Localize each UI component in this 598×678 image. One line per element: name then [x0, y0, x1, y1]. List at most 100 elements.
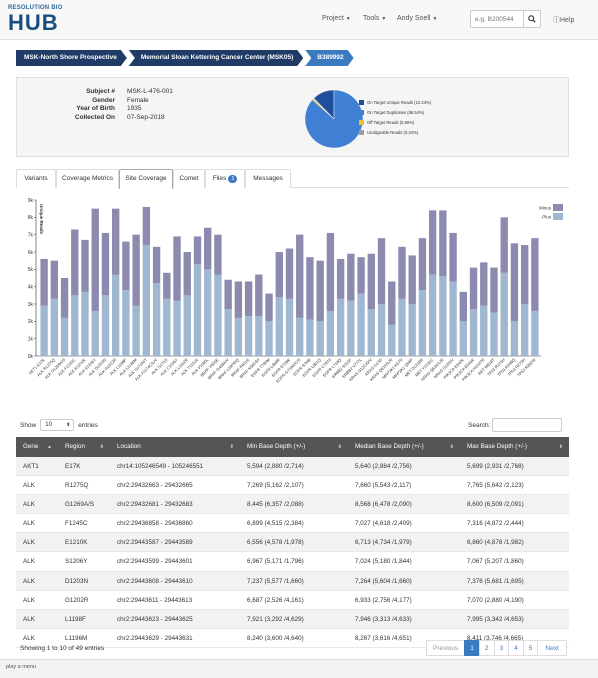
- nav-project-label: Project: [322, 15, 344, 22]
- bar-group[interactable]: [132, 234, 140, 356]
- bar-group[interactable]: [449, 232, 457, 356]
- bar-group[interactable]: [357, 257, 365, 356]
- table-row[interactable]: ALK R1275Q chr2:29432663 - 29432665 7,269 (…: [16, 476, 569, 496]
- table-row[interactable]: ALK D1203N chr2:29443608 - 29443610 7,237 (…: [16, 571, 569, 591]
- breadcrumb-site[interactable]: Memorial Sloan Kettering Cancer Center (…: [129, 50, 303, 66]
- table-row[interactable]: ALK E1210K chr2:29443587 - 29443589 6,556 (…: [16, 533, 569, 553]
- bar-group[interactable]: [428, 210, 437, 356]
- bar-minus: [91, 208, 99, 311]
- column-header[interactable]: Min Base Depth (+/-) ⬍: [240, 437, 348, 457]
- bar-group[interactable]: [418, 238, 427, 356]
- app-logo[interactable]: RESOLUTION BIO HUB: [8, 5, 88, 35]
- bar-group[interactable]: [255, 274, 263, 356]
- sort-icon: ▲: [47, 444, 52, 450]
- help-link[interactable]: ⓘHelp: [553, 15, 574, 25]
- tab-files[interactable]: Files 1: [205, 169, 245, 188]
- bar-group[interactable]: [439, 210, 447, 356]
- bar-group[interactable]: [480, 262, 488, 356]
- nav-user-menu[interactable]: Andy Soell ▼: [397, 15, 437, 22]
- pagination-previous[interactable]: Previous: [426, 640, 466, 656]
- bar-group[interactable]: [50, 260, 59, 356]
- table-cell: 7,067 (5,207 /1,860): [467, 558, 524, 566]
- bar-group[interactable]: [531, 238, 539, 356]
- table-row[interactable]: ALK L1198F chr2:29443623 - 29443625 7,921 (…: [16, 609, 569, 629]
- bar-group[interactable]: [71, 229, 79, 356]
- column-header[interactable]: Max Base Depth (+/-) ⬍: [460, 437, 569, 457]
- pagination-page[interactable]: 1: [464, 640, 480, 656]
- table-row[interactable]: AKT1 E17K chr14:105246549 - 105246551 5,594…: [16, 457, 569, 477]
- table-row[interactable]: ALK S1206Y chr2:29443599 - 29443601 6,967 (…: [16, 552, 569, 572]
- pagination-page[interactable]: 5: [522, 640, 539, 656]
- bar-plus: [377, 304, 386, 356]
- bar-group[interactable]: [214, 234, 222, 356]
- bar-group[interactable]: [193, 236, 202, 356]
- bar-group[interactable]: [326, 232, 335, 356]
- bar-group[interactable]: [377, 238, 386, 356]
- table-row[interactable]: ALK F1245C chr2:29436858 - 29436860 6,899 (…: [16, 514, 569, 534]
- bar-group[interactable]: [163, 272, 171, 356]
- bar-group[interactable]: [510, 243, 519, 356]
- column-header[interactable]: Region ⬍: [58, 437, 110, 457]
- pagination-page[interactable]: 3: [493, 640, 510, 656]
- bar-group[interactable]: [204, 227, 212, 356]
- tab-messages[interactable]: Messages: [245, 169, 291, 188]
- bar-group[interactable]: [142, 206, 151, 356]
- bar-group[interactable]: [306, 257, 314, 356]
- tab-variants[interactable]: Variants: [16, 169, 56, 188]
- column-header[interactable]: Gene ▲: [16, 437, 58, 457]
- bar-group[interactable]: [520, 245, 529, 356]
- pagination-page[interactable]: 4: [508, 640, 524, 656]
- pagination-next[interactable]: Next: [537, 640, 567, 656]
- column-header[interactable]: Location ⬍: [110, 437, 240, 457]
- bar-plus: [500, 272, 508, 356]
- bar-group[interactable]: [152, 246, 161, 356]
- nav-project-menu[interactable]: Project ▼: [322, 15, 351, 22]
- bar-group[interactable]: [347, 253, 355, 356]
- bar-group[interactable]: [388, 281, 396, 356]
- bar-group[interactable]: [275, 252, 283, 356]
- tab-comet[interactable]: Comet: [173, 169, 205, 188]
- bar-group[interactable]: [40, 258, 48, 356]
- bar-group[interactable]: [81, 239, 89, 356]
- bar-group[interactable]: [469, 267, 478, 356]
- tab-site-coverage[interactable]: Site Coverage: [119, 169, 173, 189]
- table-cell: chr2:29443608 - 29443610: [117, 577, 193, 585]
- bar-group[interactable]: [398, 246, 406, 356]
- bar-group[interactable]: [285, 248, 294, 356]
- bar-group[interactable]: [183, 252, 191, 356]
- search-button[interactable]: [523, 10, 541, 28]
- bar-group[interactable]: [101, 232, 110, 356]
- bar-group[interactable]: [296, 234, 304, 356]
- bar-plus: [469, 309, 478, 356]
- bar-group[interactable]: [490, 267, 498, 356]
- table-cell: ALK: [23, 501, 35, 509]
- table-row[interactable]: ALK G1269A/S chr2:29432681 - 29432683 8,445…: [16, 495, 569, 515]
- bar-group[interactable]: [234, 281, 243, 356]
- bar-group[interactable]: [336, 258, 345, 356]
- tab-coverage-metrics[interactable]: Coverage Metrics: [56, 169, 119, 188]
- bar-group[interactable]: [224, 279, 232, 356]
- bar-group[interactable]: [122, 241, 130, 356]
- pagination-page[interactable]: 2: [478, 640, 495, 656]
- bar-group[interactable]: [173, 236, 181, 356]
- bar-group[interactable]: [316, 260, 324, 356]
- column-header[interactable]: Median Base Depth (+/-) ⬍: [348, 437, 460, 457]
- page-size-select[interactable]: 10 ⬍: [40, 419, 75, 431]
- bar-group[interactable]: [265, 293, 273, 356]
- table-search-input[interactable]: [492, 418, 562, 432]
- nav-tools-menu[interactable]: Tools ▼: [363, 15, 386, 22]
- bar-group[interactable]: [459, 291, 467, 356]
- bar-group[interactable]: [367, 253, 375, 356]
- bar-group[interactable]: [244, 281, 253, 356]
- bar-group[interactable]: [112, 208, 120, 356]
- table-row[interactable]: ALK G1202R chr2:29443611 - 29443613 6,687 (…: [16, 591, 569, 610]
- bar-plus: [193, 264, 202, 356]
- info-label: Collected On: [74, 113, 115, 121]
- table-cell: 7,660 (5,543 /2,117): [355, 482, 412, 490]
- bar-group[interactable]: [91, 208, 99, 356]
- breadcrumb-project[interactable]: MSK-North Shore Prospective: [16, 50, 127, 66]
- bar-group[interactable]: [408, 255, 416, 356]
- bar-group[interactable]: [60, 278, 69, 356]
- bar-group[interactable]: [500, 217, 508, 356]
- global-search-input[interactable]: [470, 10, 524, 28]
